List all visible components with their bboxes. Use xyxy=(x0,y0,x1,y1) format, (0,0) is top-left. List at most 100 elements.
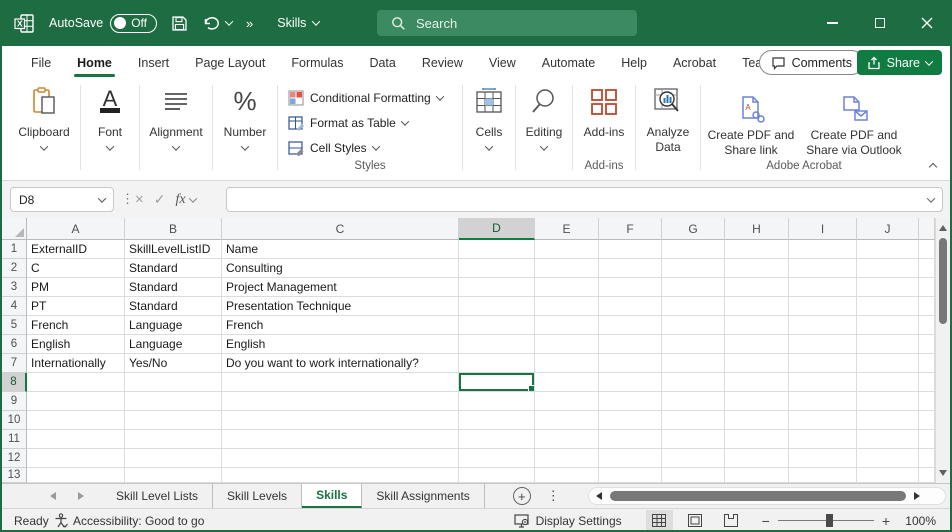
row-header-7[interactable]: 7 xyxy=(2,354,27,373)
font-dropdown-icon[interactable] xyxy=(106,142,114,150)
cell-C3[interactable]: Project Management xyxy=(222,278,459,297)
share-button[interactable]: Share xyxy=(857,50,942,75)
cell-G8[interactable] xyxy=(662,373,725,392)
excel-app-icon[interactable]: X xyxy=(14,13,35,34)
cell-D9[interactable] xyxy=(459,392,535,411)
close-button[interactable] xyxy=(903,0,950,46)
cell-B12[interactable] xyxy=(125,449,222,468)
cell-I4[interactable] xyxy=(789,297,857,316)
cell-D3[interactable] xyxy=(459,278,535,297)
cell-J4[interactable] xyxy=(857,297,919,316)
conditional-formatting-button[interactable]: Conditional Formatting xyxy=(288,85,443,110)
cell-I1[interactable] xyxy=(789,240,857,259)
cell-partial-8[interactable] xyxy=(919,373,935,392)
cell-F12[interactable] xyxy=(599,449,662,468)
qat-overflow-icon[interactable]: » xyxy=(246,16,253,31)
cell-B11[interactable] xyxy=(125,430,222,449)
cell-E6[interactable] xyxy=(535,335,599,354)
cell-I8[interactable] xyxy=(789,373,857,392)
cell-C6[interactable]: English xyxy=(222,335,459,354)
cell-partial-12[interactable] xyxy=(919,449,935,468)
cell-D10[interactable] xyxy=(459,411,535,430)
cell-F6[interactable] xyxy=(599,335,662,354)
cell-I10[interactable] xyxy=(789,411,857,430)
select-all-corner[interactable] xyxy=(2,218,27,240)
cells-dropdown-icon[interactable] xyxy=(485,142,493,150)
format-as-table-button[interactable]: Format as Table xyxy=(288,110,408,135)
cell-G9[interactable] xyxy=(662,392,725,411)
row-header-10[interactable]: 10 xyxy=(2,411,27,430)
sheet-tab-skill-level-lists[interactable]: Skill Level Lists xyxy=(102,484,213,508)
cell-J2[interactable] xyxy=(857,259,919,278)
row-header-4[interactable]: 4 xyxy=(2,297,27,316)
fx-dropdown-icon[interactable] xyxy=(188,194,196,202)
cell-D5[interactable] xyxy=(459,316,535,335)
cell-I11[interactable] xyxy=(789,430,857,449)
cell-H1[interactable] xyxy=(725,240,789,259)
cell-H4[interactable] xyxy=(725,297,789,316)
row-header-5[interactable]: 5 xyxy=(2,316,27,335)
cell-D7[interactable] xyxy=(459,354,535,373)
column-header-A[interactable]: A xyxy=(27,218,125,240)
tabbar-handle[interactable]: ⋮ xyxy=(547,488,560,504)
name-box-dropdown-icon[interactable] xyxy=(98,194,106,202)
enter-formula-icon[interactable]: ✓ xyxy=(154,191,166,208)
insert-function-button[interactable]: fx xyxy=(176,192,196,208)
ribbon-tab-page-layout[interactable]: Page Layout xyxy=(182,46,278,79)
normal-view-button[interactable] xyxy=(646,510,673,531)
ribbon-tab-file[interactable]: File xyxy=(18,46,64,79)
undo-dropdown-icon[interactable] xyxy=(225,17,233,25)
page-layout-view-button[interactable] xyxy=(682,510,709,531)
format-as-table-dropdown-icon[interactable] xyxy=(401,117,409,125)
ribbon-tab-view[interactable]: View xyxy=(476,46,529,79)
cell-C8[interactable] xyxy=(222,373,459,392)
cell-J7[interactable] xyxy=(857,354,919,373)
cell-partial-3[interactable] xyxy=(919,278,935,297)
cell-C7[interactable]: Do you want to work internationally? xyxy=(222,354,459,373)
hscroll-left-icon[interactable] xyxy=(596,492,602,500)
number-dropdown-icon[interactable] xyxy=(241,142,249,150)
cell-partial-13[interactable] xyxy=(919,468,935,483)
cell-F8[interactable] xyxy=(599,373,662,392)
cell-B3[interactable]: Standard xyxy=(125,278,222,297)
cell-G13[interactable] xyxy=(662,468,725,483)
clipboard-group-button[interactable]: Clipboard xyxy=(8,79,80,180)
cell-C5[interactable]: French xyxy=(222,316,459,335)
undo-button[interactable] xyxy=(202,15,232,32)
column-header-H[interactable]: H xyxy=(725,218,789,240)
search-input[interactable]: Search xyxy=(377,10,637,36)
ribbon-tab-help[interactable]: Help xyxy=(608,46,660,79)
vertical-scroll-thumb[interactable] xyxy=(939,238,947,324)
cells-group-button[interactable]: Cells xyxy=(463,79,515,180)
column-header-I[interactable]: I xyxy=(789,218,857,240)
cell-A5[interactable]: French xyxy=(27,316,125,335)
cell-B7[interactable]: Yes/No xyxy=(125,354,222,373)
cell-J3[interactable] xyxy=(857,278,919,297)
conditional-formatting-dropdown-icon[interactable] xyxy=(435,92,443,100)
cell-D6[interactable] xyxy=(459,335,535,354)
cell-E2[interactable] xyxy=(535,259,599,278)
horizontal-scrollbar[interactable] xyxy=(588,487,946,505)
page-break-view-button[interactable] xyxy=(718,510,745,531)
cell-F5[interactable] xyxy=(599,316,662,335)
font-group-button[interactable]: A Font xyxy=(81,79,139,180)
cell-styles-button[interactable]: Cell Styles xyxy=(288,135,379,160)
cell-G5[interactable] xyxy=(662,316,725,335)
column-header-C[interactable]: C xyxy=(222,218,459,240)
clipboard-dropdown-icon[interactable] xyxy=(40,142,48,150)
formula-bar-handle[interactable]: ⋮ xyxy=(121,191,134,207)
comments-button[interactable]: Comments xyxy=(759,50,864,75)
cell-F4[interactable] xyxy=(599,297,662,316)
cell-partial-11[interactable] xyxy=(919,430,935,449)
cell-partial-1[interactable] xyxy=(919,240,935,259)
cell-F13[interactable] xyxy=(599,468,662,483)
cell-C11[interactable] xyxy=(222,430,459,449)
cell-D4[interactable] xyxy=(459,297,535,316)
alignment-dropdown-icon[interactable] xyxy=(172,142,180,150)
cell-G6[interactable] xyxy=(662,335,725,354)
column-header-D[interactable]: D xyxy=(459,218,535,240)
ribbon-tab-review[interactable]: Review xyxy=(409,46,476,79)
cell-F1[interactable] xyxy=(599,240,662,259)
cell-C12[interactable] xyxy=(222,449,459,468)
cell-H7[interactable] xyxy=(725,354,789,373)
